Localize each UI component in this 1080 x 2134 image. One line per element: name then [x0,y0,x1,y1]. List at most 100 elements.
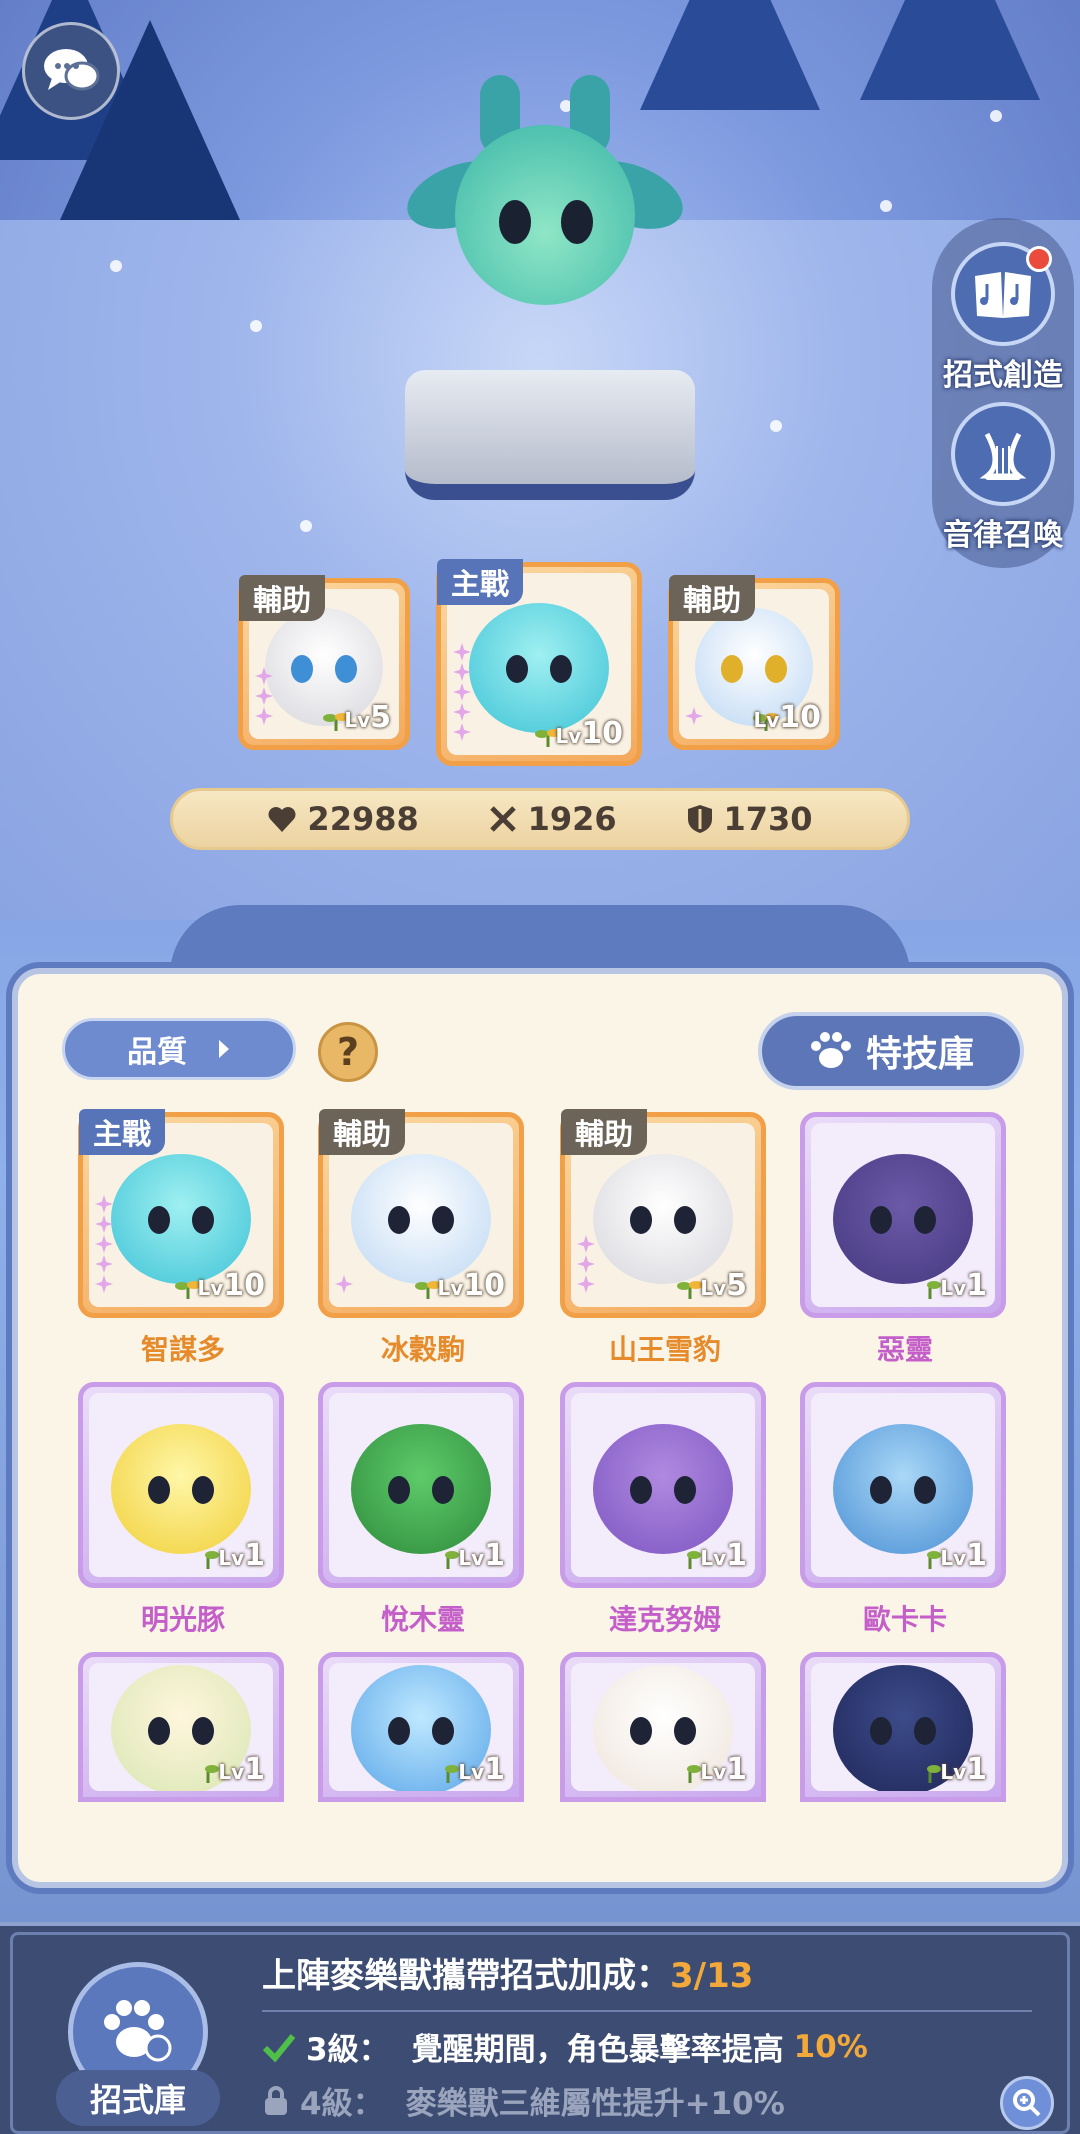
pet-card[interactable]: Lv10 主戰 [78,1109,284,1318]
star-rating [255,667,273,725]
paw-icon [810,1032,851,1068]
paw-icon [104,2000,172,2062]
pet-card[interactable]: Lv5 輔助 [560,1109,766,1318]
chat-button[interactable] [22,22,120,120]
snowflake [770,420,782,432]
level-label: Lv10 [555,716,623,751]
music-book-icon [975,272,1031,318]
role-tag: 輔助 [561,1109,648,1155]
team-slot-2[interactable]: Lv10 主戰 [436,559,642,766]
card-inner: Lv1 [811,1663,995,1791]
pet-card[interactable]: Lv1 [560,1382,766,1588]
divider [262,2010,1032,2012]
level-label: Lv1 [700,1752,747,1787]
lock-icon [265,2085,287,2115]
card-inner: Lv1 [329,1663,513,1791]
level-label: Lv1 [458,1752,505,1787]
pet-name: 惡靈 [876,1333,933,1366]
skill-create-label: 招式創造 [943,358,1063,393]
skill-library-label: 招式庫 [56,2070,220,2126]
pet-name: 山王雪豹 [608,1333,721,1366]
help-button[interactable]: ? [318,1022,378,1082]
eyes [388,1205,454,1234]
role-tag: 主戰 [79,1109,166,1155]
level-label: Lv1 [458,1538,505,1573]
team-slot-1[interactable]: Lv5 輔助 [238,575,410,750]
melody-summon-label: 音律召喚 [943,518,1063,553]
card-inner: Lv1 [571,1663,755,1791]
bonus-title: 上陣麥樂獸攜帶招式加成：3/13 [262,1956,754,1996]
pet-portrait [593,1153,733,1284]
pet-name: 悅木靈 [380,1603,465,1636]
level-label: Lv10 [753,700,821,735]
card-inner: Lv1 [89,1663,273,1791]
snowflake [990,110,1002,122]
level-label: Lv1 [218,1538,265,1573]
eyes [630,1205,696,1234]
pet-portrait [833,1423,973,1554]
skill-create-button[interactable]: 招式創造 [938,242,1068,394]
chat-bubble-icon [44,49,100,91]
pet-card[interactable]: Lv1 [78,1652,284,1802]
level-label: Lv1 [940,1752,987,1787]
level-label: Lv10 [437,1268,505,1303]
pet-card[interactable]: Lv1 [318,1652,524,1802]
role-tag: 輔助 [239,575,326,621]
eyes [506,654,572,683]
level-label: Lv1 [940,1268,987,1303]
hp-stat: 22988 [267,800,419,838]
eyes [148,1716,214,1745]
role-tag: 輔助 [319,1109,406,1155]
battle-scene: 招式創造 音律召喚 [0,0,1080,920]
level-label: Lv1 [700,1538,747,1573]
attack-stat: 1926 [488,800,617,838]
pet-card[interactable]: Lv1 [318,1382,524,1588]
eyes [630,1475,696,1504]
pet-card[interactable]: Lv10 輔助 [318,1109,524,1318]
pet-card[interactable]: Lv1 [800,1652,1006,1802]
shield-icon [687,805,712,833]
pet-name: 達克努姆 [608,1603,721,1636]
pet-card[interactable]: Lv1 [560,1652,766,1802]
eyes [388,1716,454,1745]
main-creature [395,75,695,355]
eyes [870,1205,936,1234]
melody-summon-button[interactable]: 音律召喚 [938,402,1068,554]
team-stats-bar: 22988 1926 1730 [170,788,910,850]
star-rating [577,1235,595,1293]
role-tag: 輔助 [669,575,756,621]
card-inner: Lv1 [571,1393,755,1577]
snowflake [250,320,262,332]
side-menu: 招式創造 音律召喚 [932,218,1074,568]
water-sprite-portrait [469,602,609,733]
heart-icon [268,807,296,832]
pet-portrait [111,1153,251,1284]
defense-stat: 1730 [686,800,813,838]
pet-card[interactable]: Lv1 [800,1112,1006,1318]
skill-library-tab-label: 特技庫 [865,1034,974,1075]
pine-tree [860,0,1040,100]
eyes [148,1205,214,1234]
spell-book [405,370,695,500]
quality-filter-button[interactable]: 品質 [62,1018,296,1080]
snowflake [880,200,892,212]
notification-dot [1026,246,1052,272]
eyes [721,655,787,684]
zoom-button[interactable] [1000,2076,1054,2130]
skill-library-tab-button[interactable]: 特技庫 [758,1012,1024,1090]
hp-value: 22988 [307,800,419,838]
pet-card[interactable]: Lv1 [78,1382,284,1588]
star-rating [453,643,471,741]
quality-filter-label: 品質 [127,1035,187,1070]
pet-name: 歐卡卡 [862,1603,947,1636]
level-label: Lv10 [197,1268,265,1303]
pet-card[interactable]: Lv1 [800,1382,1006,1588]
chevron-right-icon [219,1040,229,1058]
bonus-line-level3: 3級： 覺醒期間，角色暴擊率提高 10% [262,2024,868,2069]
crossed-swords-icon [489,806,516,832]
snowflake [300,520,312,532]
team-slot-3[interactable]: Lv10 輔助 [668,575,840,750]
pet-name: 冰穀駒 [380,1333,465,1366]
defense-value: 1730 [723,800,813,838]
eyes [291,655,357,684]
